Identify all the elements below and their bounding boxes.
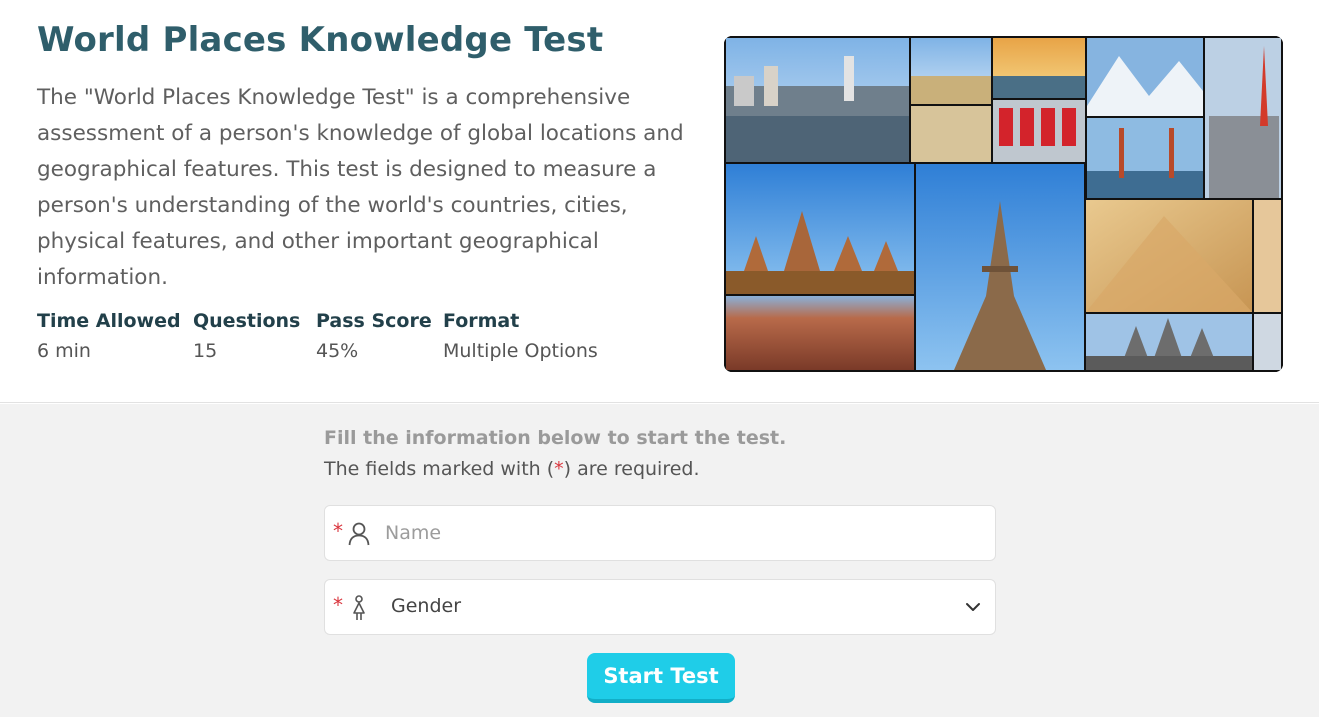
stat-label: Format	[443, 310, 520, 332]
world-places-collage-image	[724, 36, 1283, 372]
female-figure-icon	[353, 595, 365, 620]
name-input[interactable]	[385, 506, 975, 560]
required-note-after: ) are required.	[563, 458, 700, 480]
stat-label: Questions	[193, 310, 301, 332]
collage-graphic	[724, 36, 1283, 372]
gender-select[interactable]: * Gender	[324, 579, 996, 635]
test-header-section: World Places Knowledge Test The "World P…	[0, 0, 1319, 403]
test-description: The "World Places Knowledge Test" is a c…	[37, 85, 684, 290]
stat-format: Format Multiple Options	[443, 308, 598, 368]
form-intro-text: Fill the information below to start the …	[324, 427, 787, 449]
required-note-before: The fields marked with (	[324, 458, 555, 480]
required-note: The fields marked with (*) are required.	[324, 458, 700, 480]
required-marker: *	[333, 593, 343, 617]
stat-label: Pass Score	[316, 310, 432, 332]
stat-value: 15	[193, 340, 218, 362]
user-icon	[348, 522, 370, 546]
required-star: *	[554, 458, 564, 480]
stat-value: Multiple Options	[443, 340, 598, 362]
name-field[interactable]: *	[324, 505, 996, 561]
page-title: World Places Knowledge Test	[37, 20, 604, 60]
stat-value: 45%	[316, 340, 359, 362]
stat-questions: Questions 15	[193, 308, 300, 368]
start-test-button[interactable]: Start Test	[587, 653, 735, 703]
stat-value: 6 min	[37, 340, 91, 362]
chevron-down-icon	[966, 603, 980, 611]
stat-label: Time Allowed	[37, 310, 181, 332]
gender-selected-value: Gender	[391, 595, 462, 617]
required-marker: *	[333, 519, 343, 543]
stat-pass-score: Pass Score 45%	[316, 308, 432, 368]
stat-time-allowed: Time Allowed 6 min	[37, 308, 181, 368]
